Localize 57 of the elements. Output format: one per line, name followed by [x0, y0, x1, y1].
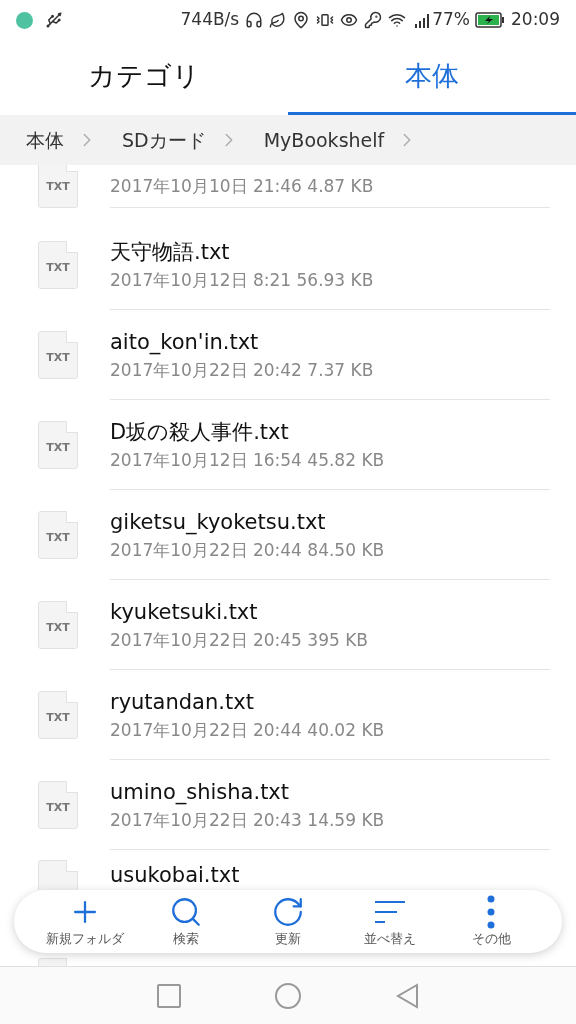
file-row[interactable]: TXT umino_shisha.txt 2017年10月22日 20:43 14.59 KB [0, 760, 576, 850]
network-speed: 744B/s [180, 8, 240, 32]
file-name: kyuketsuki.txt [110, 598, 259, 626]
clock-time: 20:09 [511, 8, 560, 32]
eye-icon [340, 11, 359, 29]
breadcrumb-item[interactable]: MyBookshelf [263, 125, 385, 155]
file-row[interactable]: TXT kyuketsuki.txt 2017年10月22日 20:45 395 KB [0, 580, 576, 670]
toolbar-button[interactable]: 新規フォルダ [34, 894, 136, 949]
wifi-icon [388, 11, 407, 29]
leaf-icon [269, 11, 287, 29]
file-icon: TXT [38, 601, 78, 649]
battery-percent: 77% [432, 8, 470, 32]
back-icon[interactable] [395, 982, 419, 1009]
file-row[interactable]: TXT 天守物語.txt 2017年10月12日 8:21 56.93 KB [0, 220, 576, 310]
file-row[interactable]: TXT giketsu_kyoketsu.txt 2017年10月22日 20:44 84.50 KB [0, 490, 576, 580]
file-name: 天守物語.txt [110, 238, 231, 266]
headphones-icon [245, 11, 264, 29]
file-meta: 2017年10月22日 20:42 7.37 KB [110, 358, 375, 382]
home-icon[interactable] [275, 982, 301, 1009]
file-meta: 2017年10月12日 8:21 56.93 KB [110, 268, 375, 292]
file-name: usukobai.txt [110, 862, 241, 889]
more-icon [487, 894, 496, 929]
toolbar-button[interactable]: 並べ替え [338, 894, 441, 949]
toolbar-button[interactable]: 更新 [237, 894, 339, 949]
file-icon: TXT [38, 241, 78, 289]
file-icon: TXT [38, 781, 78, 829]
file-row[interactable]: TXT D坂の殺人事件.txt 2017年10月12日 16:54 45.82 KB [0, 400, 576, 490]
file-meta: 2017年10月22日 20:45 395 KB [110, 628, 369, 652]
file-meta: 2017年10月22日 20:43 14.59 KB [110, 808, 386, 832]
file-row[interactable]: TXT ryutandan.txt 2017年10月22日 20:44 40.02 KB [0, 670, 576, 760]
usb-icon [45, 11, 63, 29]
file-icon: TXT [38, 691, 78, 739]
file-icon: TXT [38, 165, 78, 208]
tab[interactable]: カテゴリ [0, 40, 288, 115]
file-meta: 2017年10月22日 20:44 84.50 KB [110, 538, 386, 562]
toolbar-button[interactable]: その他 [440, 894, 542, 949]
file-meta: 2017年10月10日 21:46 4.87 KB [110, 175, 375, 198]
file-row[interactable]: TXT aito_kon'in.txt 2017年10月22日 20:42 7.37 KB [0, 310, 576, 400]
file-name: giketsu_kyoketsu.txt [110, 508, 327, 537]
file-icon: TXT [38, 511, 78, 559]
key-icon [364, 11, 383, 29]
file-name: aito_kon'in.txt [110, 328, 260, 357]
battery-charging-icon [475, 12, 505, 28]
file-icon: TXT [38, 331, 78, 379]
recent-apps-icon[interactable] [157, 983, 181, 1008]
vibrate-icon [316, 11, 335, 29]
file-row[interactable]: TXT 2017年10月10日 21:46 4.87 KB [0, 165, 576, 220]
file-name: umino_shisha.txt [110, 778, 291, 807]
file-name: ryutandan.txt [110, 688, 255, 716]
toolbar-button[interactable]: 検索 [135, 894, 238, 949]
file-icon: TXT [38, 421, 78, 469]
file-meta: 2017年10月22日 20:44 40.02 KB [110, 718, 386, 742]
breadcrumb-item[interactable]: SDカード [122, 125, 206, 155]
location-icon [292, 11, 311, 29]
breadcrumb-item[interactable]: 本体 [26, 125, 64, 155]
file-meta: 2017年10月12日 16:54 45.82 KB [110, 448, 386, 472]
file-name: D坂の殺人事件.txt [110, 418, 290, 446]
